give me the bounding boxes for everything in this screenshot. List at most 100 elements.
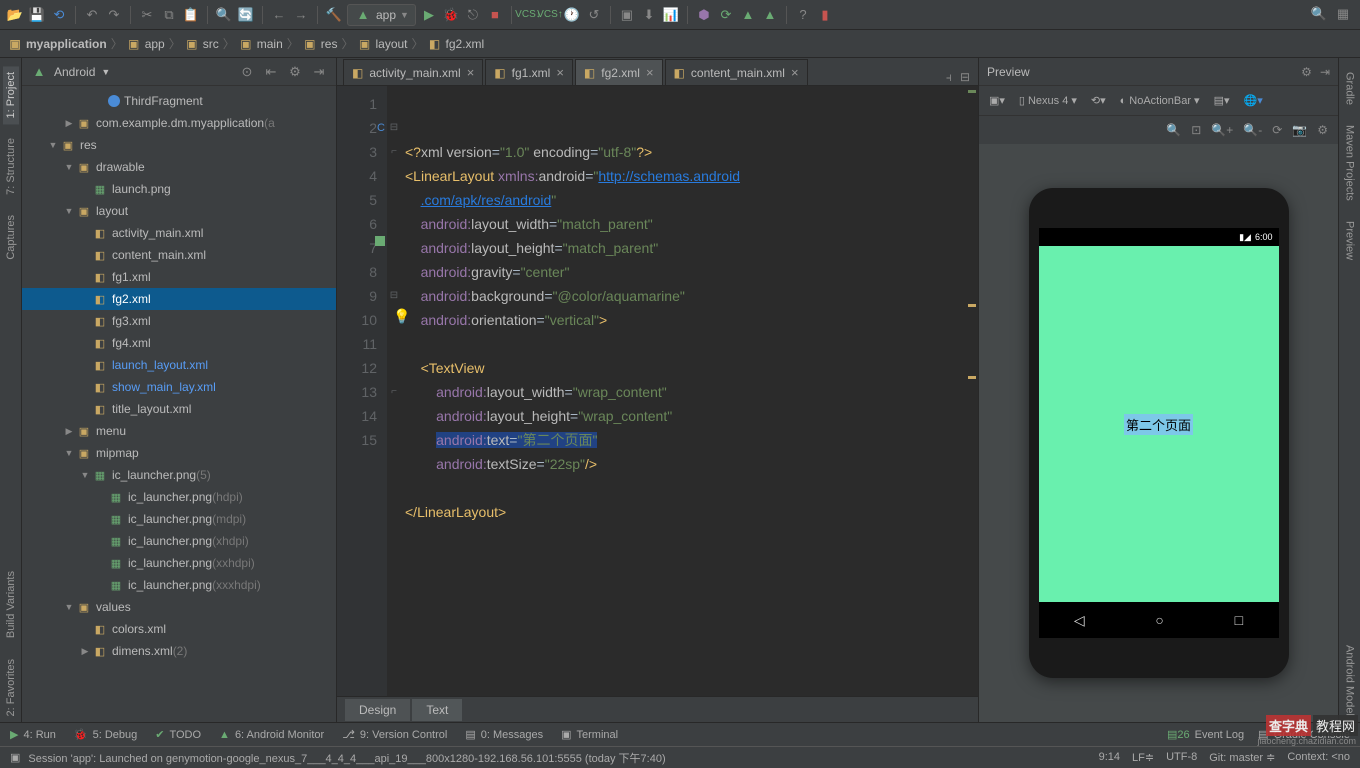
hide-icon[interactable]: ⇥ bbox=[1320, 65, 1330, 79]
expand-arrow-icon[interactable]: ▼ bbox=[78, 470, 92, 480]
debug-icon[interactable]: 🐞 bbox=[442, 6, 460, 24]
encoding[interactable]: UTF-8 bbox=[1166, 751, 1197, 764]
tree-row[interactable]: ▼▣layout bbox=[22, 200, 336, 222]
paste-icon[interactable]: 📋 bbox=[182, 6, 200, 24]
tree-row[interactable]: ◧title_layout.xml bbox=[22, 398, 336, 420]
tree-row[interactable]: ▼▦ic_launcher.png (5) bbox=[22, 464, 336, 486]
gear-icon[interactable]: ⚙ bbox=[1301, 65, 1312, 79]
tree-row[interactable]: ▼▣mipmap bbox=[22, 442, 336, 464]
code-editor[interactable]: 123456789101112131415C💡 ⊟⌐⊟⌐ <?xml versi… bbox=[337, 86, 978, 696]
render-drop[interactable]: ▣▾ bbox=[985, 92, 1009, 109]
open-icon[interactable]: 📂 bbox=[6, 6, 24, 24]
close-icon[interactable]: × bbox=[646, 65, 654, 80]
breadcrumb-item[interactable]: ▣layout bbox=[357, 37, 407, 51]
android-tool2-icon[interactable]: ▲ bbox=[761, 6, 779, 24]
monitor-tool[interactable]: ▲6: Android Monitor bbox=[219, 729, 324, 741]
messages-tool[interactable]: ▤0: Messages bbox=[465, 728, 543, 741]
expand-arrow-icon[interactable]: ▼ bbox=[62, 448, 76, 458]
context[interactable]: Context: <no bbox=[1287, 751, 1350, 764]
structure-icon[interactable]: ⬢ bbox=[695, 6, 713, 24]
expand-arrow-icon[interactable]: ▼ bbox=[46, 140, 60, 150]
close-icon[interactable]: × bbox=[556, 65, 564, 80]
find-icon[interactable]: 🔍 bbox=[215, 6, 233, 24]
tree-row[interactable]: ▶▣com.example.dm.myapplication (a bbox=[22, 112, 336, 134]
tree-row[interactable]: ◧fg1.xml bbox=[22, 266, 336, 288]
tree-row[interactable]: ▦ic_launcher.png (xxhdpi) bbox=[22, 552, 336, 574]
expand-arrow-icon[interactable]: ▼ bbox=[62, 602, 76, 612]
sync-gradle-icon[interactable]: ⟳ bbox=[717, 6, 735, 24]
tree-row[interactable]: ▦ic_launcher.png (xxxhdpi) bbox=[22, 574, 336, 596]
sync-icon[interactable]: ⟲ bbox=[50, 6, 68, 24]
settings-icon[interactable]: ⚙ bbox=[1317, 123, 1328, 137]
eventlog-tool[interactable]: ▤26Event Log bbox=[1167, 728, 1244, 741]
undo-icon[interactable]: ↶ bbox=[83, 6, 101, 24]
debug-tool[interactable]: 🐞5: Debug bbox=[74, 728, 137, 741]
config-drop[interactable]: ▤▾ bbox=[1210, 92, 1234, 109]
tree-row[interactable]: ▼▣drawable bbox=[22, 156, 336, 178]
zoom-out-icon[interactable]: 🔍- bbox=[1243, 123, 1262, 137]
editor-tab[interactable]: ◧content_main.xml× bbox=[665, 59, 808, 85]
editor-tab[interactable]: ◧fg1.xml× bbox=[485, 59, 573, 85]
tab-build-variants[interactable]: Build Variants bbox=[3, 565, 19, 644]
revert-icon[interactable]: ↺ bbox=[585, 6, 603, 24]
hide-icon[interactable]: ⇥ bbox=[310, 63, 328, 81]
tab-gradle[interactable]: Gradle bbox=[1342, 66, 1358, 111]
tree-row[interactable]: ▦ic_launcher.png (xhdpi) bbox=[22, 530, 336, 552]
breadcrumb-item[interactable]: ▣main bbox=[239, 37, 283, 51]
refresh-icon[interactable]: ⟳ bbox=[1272, 123, 1282, 137]
history-icon[interactable]: 🕐 bbox=[563, 6, 581, 24]
run-icon[interactable]: ▶ bbox=[420, 6, 438, 24]
gear-icon[interactable]: ⚙ bbox=[286, 63, 304, 81]
close-icon[interactable]: × bbox=[791, 65, 799, 80]
scroll-from-icon[interactable]: ⊙ bbox=[238, 63, 256, 81]
run-config-selector[interactable]: ▲ app ▼ bbox=[347, 4, 416, 26]
vc-tool[interactable]: ⎇9: Version Control bbox=[342, 728, 447, 741]
tab-android-model[interactable]: Android Model bbox=[1342, 639, 1358, 722]
zoom-fit-icon[interactable]: 🔍 bbox=[1166, 123, 1181, 137]
tree-row[interactable]: ◧fg2.xml bbox=[22, 288, 336, 310]
tree-row[interactable]: ▶◧dimens.xml (2) bbox=[22, 640, 336, 662]
tab-project[interactable]: 1: Project bbox=[3, 66, 19, 124]
search-everywhere-icon[interactable]: 🔍 bbox=[1310, 5, 1328, 23]
cut-icon[interactable]: ✂ bbox=[138, 6, 156, 24]
make-icon[interactable]: 🔨 bbox=[325, 6, 343, 24]
editor-tab[interactable]: ◧activity_main.xml× bbox=[343, 59, 483, 85]
breadcrumb-item[interactable]: ◧fg2.xml bbox=[428, 37, 485, 51]
breadcrumb-item[interactable]: ▣src bbox=[185, 37, 219, 51]
project-view-mode[interactable]: Android bbox=[54, 65, 95, 79]
breadcrumb-item[interactable]: ▣res bbox=[303, 37, 338, 51]
device-drop[interactable]: ▯ Nexus 4▾ bbox=[1015, 92, 1081, 109]
design-tab[interactable]: Design bbox=[345, 699, 410, 721]
screenshot-icon[interactable]: 📷 bbox=[1292, 123, 1307, 137]
breadcrumb-item[interactable]: ▣app bbox=[127, 37, 165, 51]
tree-row[interactable]: ▼▣values bbox=[22, 596, 336, 618]
tree-row[interactable]: ◧content_main.xml bbox=[22, 244, 336, 266]
split-icon[interactable]: ⫞ bbox=[946, 70, 952, 85]
expand-arrow-icon[interactable]: ▼ bbox=[62, 206, 76, 216]
tab-captures[interactable]: Captures bbox=[3, 209, 19, 266]
tab-maven[interactable]: Maven Projects bbox=[1342, 119, 1358, 207]
tree-row[interactable]: ◧fg3.xml bbox=[22, 310, 336, 332]
tree-row[interactable]: ◧activity_main.xml bbox=[22, 222, 336, 244]
tree-row[interactable]: ◧fg4.xml bbox=[22, 332, 336, 354]
expand-arrow-icon[interactable]: ▶ bbox=[62, 118, 76, 129]
breadcrumb-item[interactable]: ▣myapplication bbox=[8, 37, 107, 51]
locale-drop[interactable]: 🌐▾ bbox=[1240, 92, 1267, 109]
vcs-update-icon[interactable]: VCS↓ bbox=[519, 6, 537, 24]
zoom-actual-icon[interactable]: ⊡ bbox=[1191, 123, 1201, 137]
chevron-down-icon[interactable]: ▼ bbox=[101, 67, 110, 77]
tree-row[interactable]: ThirdFragment bbox=[22, 90, 336, 112]
close-icon[interactable]: × bbox=[467, 65, 475, 80]
tree-row[interactable]: ◧colors.xml bbox=[22, 618, 336, 640]
save-icon[interactable]: 💾 bbox=[28, 6, 46, 24]
stop-icon[interactable]: ■ bbox=[486, 6, 504, 24]
collapse-icon[interactable]: ⇤ bbox=[262, 63, 280, 81]
orientation-drop[interactable]: ⟲▾ bbox=[1087, 92, 1110, 109]
tree-row[interactable]: ▦ic_launcher.png (hdpi) bbox=[22, 486, 336, 508]
tree-row[interactable]: ▼▣res bbox=[22, 134, 336, 156]
tree-row[interactable]: ◧show_main_lay.xml bbox=[22, 376, 336, 398]
git-branch[interactable]: Git: master ≑ bbox=[1209, 751, 1275, 764]
project-tree[interactable]: ThirdFragment▶▣com.example.dm.myapplicat… bbox=[22, 86, 336, 722]
tab-preview[interactable]: Preview bbox=[1342, 215, 1358, 266]
tree-row[interactable]: ▶▣menu bbox=[22, 420, 336, 442]
